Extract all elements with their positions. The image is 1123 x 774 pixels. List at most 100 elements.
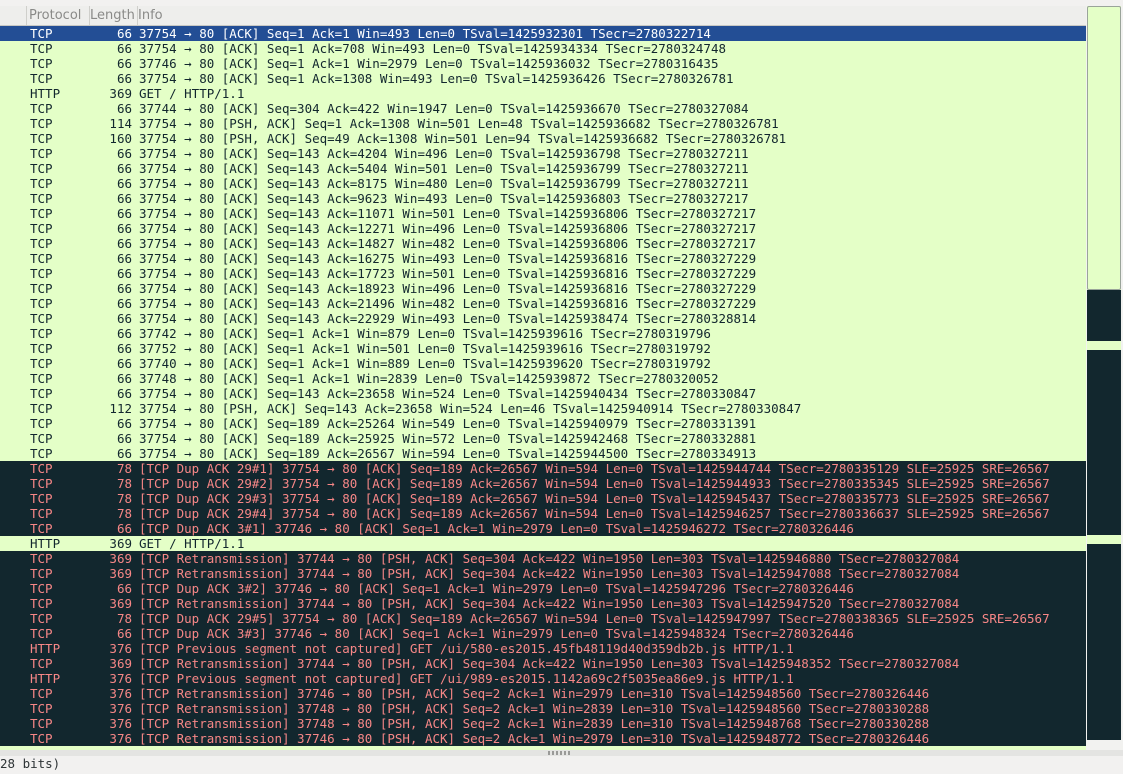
minimap-segment <box>1087 544 1121 740</box>
packet-row[interactable]: TCP 376 [TCP Retransmission] 37748 → 80 [P… <box>0 701 1086 716</box>
packet-protocol: TCP <box>30 71 53 86</box>
packet-protocol: TCP <box>30 491 53 506</box>
packet-row-selected[interactable]: TCP 66 37754 → 80 [ACK] Seq=1 Ack=1 Win=49… <box>0 26 1086 41</box>
packet-row[interactable]: TCP 66 37754 → 80 [ACK] Seq=143 Ack=16275 … <box>0 251 1086 266</box>
packet-row[interactable]: TCP 66 37740 → 80 [ACK] Seq=1 Ack=1 Win=88… <box>0 356 1086 371</box>
packet-row[interactable]: TCP 66 37746 → 80 [ACK] Seq=1 Ack=1 Win=29… <box>0 56 1086 71</box>
packet-length: 78 <box>116 611 132 626</box>
packet-info: 37754 → 80 [ACK] Seq=1 Ack=1 Win=493 Len… <box>139 26 711 41</box>
packet-row[interactable]: TCP 376 [TCP Retransmission] 37746 → 80 [P… <box>0 686 1086 701</box>
packet-row[interactable]: TCP 66 37754 → 80 [ACK] Seq=143 Ack=22929 … <box>0 311 1086 326</box>
packet-row[interactable]: TCP 66 [TCP Dup ACK 3#3] 37746 → 80 [ACK] … <box>0 626 1086 641</box>
packet-row[interactable]: TCP 78 [TCP Dup ACK 29#3] 37754 → 80 [ACK]… <box>0 491 1086 506</box>
packet-info: 37754 → 80 [PSH, ACK] Seq=143 Ack=23658 … <box>139 401 802 416</box>
packet-length: 369 <box>109 536 132 551</box>
packet-info: [TCP Retransmission] 37746 → 80 [PSH, AC… <box>139 686 930 701</box>
packet-info: [TCP Retransmission] 37748 → 80 [PSH, AC… <box>139 701 930 716</box>
packet-protocol: TCP <box>30 686 53 701</box>
packet-row[interactable]: TCP 66 37748 → 80 [ACK] Seq=1 Ack=1 Win=28… <box>0 371 1086 386</box>
packet-row[interactable]: TCP 78 [TCP Dup ACK 29#5] 37754 → 80 [ACK]… <box>0 611 1086 626</box>
packet-info: 37754 → 80 [ACK] Seq=143 Ack=21496 Win=4… <box>139 296 757 311</box>
packet-protocol: TCP <box>30 701 53 716</box>
packet-length: 66 <box>116 161 132 176</box>
packet-row[interactable]: TCP 78 [TCP Dup ACK 29#4] 37754 → 80 [ACK]… <box>0 506 1086 521</box>
packet-info: [TCP Retransmission] 37746 → 80 [PSH, AC… <box>139 731 930 746</box>
packet-row[interactable]: HTTP 369 GET / HTTP/1.1 <box>0 86 1086 101</box>
packet-row[interactable]: TCP 66 37754 → 80 [ACK] Seq=143 Ack=5404 W… <box>0 161 1086 176</box>
packet-row[interactable]: TCP 66 37754 → 80 [ACK] Seq=143 Ack=14827 … <box>0 236 1086 251</box>
packet-row[interactable]: HTTP 376 [TCP Previous segment not capture… <box>0 641 1086 656</box>
packet-row[interactable]: TCP 66 37742 → 80 [ACK] Seq=1 Ack=1 Win=87… <box>0 326 1086 341</box>
packet-row[interactable]: TCP 66 37754 → 80 [ACK] Seq=143 Ack=21496 … <box>0 296 1086 311</box>
splitter-grip[interactable] <box>548 751 572 755</box>
packet-length: 376 <box>109 671 132 686</box>
packet-row[interactable]: TCP 66 37754 → 80 [ACK] Seq=143 Ack=11071 … <box>0 206 1086 221</box>
packet-row[interactable]: TCP 66 37754 → 80 [ACK] Seq=189 Ack=25925 … <box>0 431 1086 446</box>
packet-row[interactable]: HTTP 369 GET / HTTP/1.1 <box>0 536 1086 551</box>
packet-row[interactable]: HTTP 376 [TCP Previous segment not capture… <box>0 671 1086 686</box>
packet-row[interactable]: TCP 66 37754 → 80 [ACK] Seq=143 Ack=9623 W… <box>0 191 1086 206</box>
packet-info: [TCP Dup ACK 29#1] 37754 → 80 [ACK] Seq=… <box>139 461 1050 476</box>
packet-row[interactable]: TCP 66 37752 → 80 [ACK] Seq=1 Ack=1 Win=50… <box>0 341 1086 356</box>
packet-row[interactable]: TCP 66 37754 → 80 [ACK] Seq=143 Ack=23658 … <box>0 386 1086 401</box>
packet-length: 66 <box>116 56 132 71</box>
packet-row[interactable]: TCP 376 [TCP Retransmission] 37748 → 80 [P… <box>0 716 1086 731</box>
packet-row[interactable]: TCP 66 37754 → 80 [ACK] Seq=189 Ack=25264 … <box>0 416 1086 431</box>
packet-row[interactable]: TCP 66 37754 → 80 [ACK] Seq=143 Ack=4204 W… <box>0 146 1086 161</box>
packet-length: 66 <box>116 146 132 161</box>
packet-row[interactable]: TCP 66 [TCP Dup ACK 3#2] 37746 → 80 [ACK] … <box>0 581 1086 596</box>
packet-row[interactable]: TCP 66 37754 → 80 [ACK] Seq=143 Ack=18923 … <box>0 281 1086 296</box>
packet-row[interactable]: TCP 66 37744 → 80 [ACK] Seq=304 Ack=422 Wi… <box>0 101 1086 116</box>
column-header-info[interactable]: Info <box>136 6 1078 25</box>
packet-info: 37754 → 80 [ACK] Seq=143 Ack=5404 Win=50… <box>139 161 749 176</box>
packet-row[interactable]: TCP 78 [TCP Dup ACK 29#1] 37754 → 80 [ACK]… <box>0 461 1086 476</box>
packet-row[interactable]: TCP 369 [TCP Retransmission] 37744 → 80 [P… <box>0 596 1086 611</box>
packet-protocol: TCP <box>30 386 53 401</box>
packet-protocol: TCP <box>30 146 53 161</box>
packet-protocol: HTTP <box>30 86 61 101</box>
packet-info: 37754 → 80 [ACK] Seq=189 Ack=25925 Win=5… <box>139 431 757 446</box>
packet-info: 37754 → 80 [ACK] Seq=143 Ack=9623 Win=49… <box>139 191 749 206</box>
packet-length: 66 <box>116 626 132 641</box>
packet-row[interactable]: TCP 66 37754 → 80 [ACK] Seq=143 Ack=12271 … <box>0 221 1086 236</box>
packet-list[interactable]: TCP 66 37754 → 80 [ACK] Seq=1 Ack=1 Win=49… <box>0 26 1086 750</box>
column-header-protocol[interactable]: Protocol <box>27 6 90 25</box>
packet-row[interactable]: TCP 66 37754 → 80 [ACK] Seq=189 Ack=26567 … <box>0 446 1086 461</box>
packet-row[interactable]: TCP 78 [TCP Dup ACK 29#2] 37754 → 80 [ACK]… <box>0 476 1086 491</box>
packet-row[interactable]: TCP 66 [TCP Dup ACK 3#1] 37746 → 80 [ACK] … <box>0 521 1086 536</box>
packet-protocol: TCP <box>30 371 53 386</box>
packet-row[interactable]: TCP 66 37754 → 80 [ACK] Seq=1 Ack=708 Win=… <box>0 41 1086 56</box>
packet-info: 37754 → 80 [ACK] Seq=189 Ack=26567 Win=5… <box>139 446 757 461</box>
packet-length: 66 <box>116 191 132 206</box>
packet-protocol: TCP <box>30 431 53 446</box>
packet-protocol: TCP <box>30 251 53 266</box>
packet-protocol: TCP <box>30 566 53 581</box>
packet-row[interactable]: TCP 114 37754 → 80 [PSH, ACK] Seq=1 Ack=13… <box>0 116 1086 131</box>
packet-info: 37754 → 80 [ACK] Seq=1 Ack=708 Win=493 L… <box>139 41 726 56</box>
column-header-length[interactable]: Length <box>88 6 138 25</box>
packet-protocol: TCP <box>30 716 53 731</box>
packet-info: [TCP Dup ACK 29#5] 37754 → 80 [ACK] Seq=… <box>139 611 1050 626</box>
packet-list-scrollbar[interactable] <box>1086 6 1123 750</box>
packet-length: 66 <box>116 266 132 281</box>
packet-row[interactable]: TCP 160 37754 → 80 [PSH, ACK] Seq=49 Ack=1… <box>0 131 1086 146</box>
packet-row[interactable]: TCP 369 [TCP Retransmission] 37744 → 80 [P… <box>0 551 1086 566</box>
packet-details-line[interactable]: 28 bits) <box>0 756 60 772</box>
packet-info: 37744 → 80 [ACK] Seq=304 Ack=422 Win=194… <box>139 101 749 116</box>
packet-info: 37754 → 80 [ACK] Seq=1 Ack=1308 Win=493 … <box>139 71 734 86</box>
packet-length: 66 <box>116 281 132 296</box>
packet-length: 66 <box>116 311 132 326</box>
packet-row[interactable]: TCP 369 [TCP Retransmission] 37744 → 80 [P… <box>0 656 1086 671</box>
packet-row[interactable]: TCP 112 37754 → 80 [PSH, ACK] Seq=143 Ack=… <box>0 401 1086 416</box>
packet-info: [TCP Dup ACK 3#3] 37746 → 80 [ACK] Seq=1… <box>139 626 854 641</box>
packet-row[interactable]: TCP 66 37754 → 80 [ACK] Seq=1 Ack=1308 Win… <box>0 71 1086 86</box>
scrollbar-thumb[interactable] <box>1087 6 1121 290</box>
packet-info: [TCP Previous segment not captured] GET … <box>139 671 794 686</box>
packet-row[interactable]: TCP 376 [TCP Retransmission] 37746 → 80 [P… <box>0 731 1086 746</box>
column-header-no[interactable] <box>0 6 27 25</box>
packet-row[interactable]: TCP 66 37754 → 80 [ACK] Seq=143 Ack=8175 W… <box>0 176 1086 191</box>
packet-row[interactable]: TCP 66 37754 → 80 [ACK] Seq=143 Ack=17723 … <box>0 266 1086 281</box>
packet-length: 66 <box>116 581 132 596</box>
packet-length: 376 <box>109 641 132 656</box>
packet-row[interactable]: TCP 369 [TCP Retransmission] 37744 → 80 [P… <box>0 566 1086 581</box>
